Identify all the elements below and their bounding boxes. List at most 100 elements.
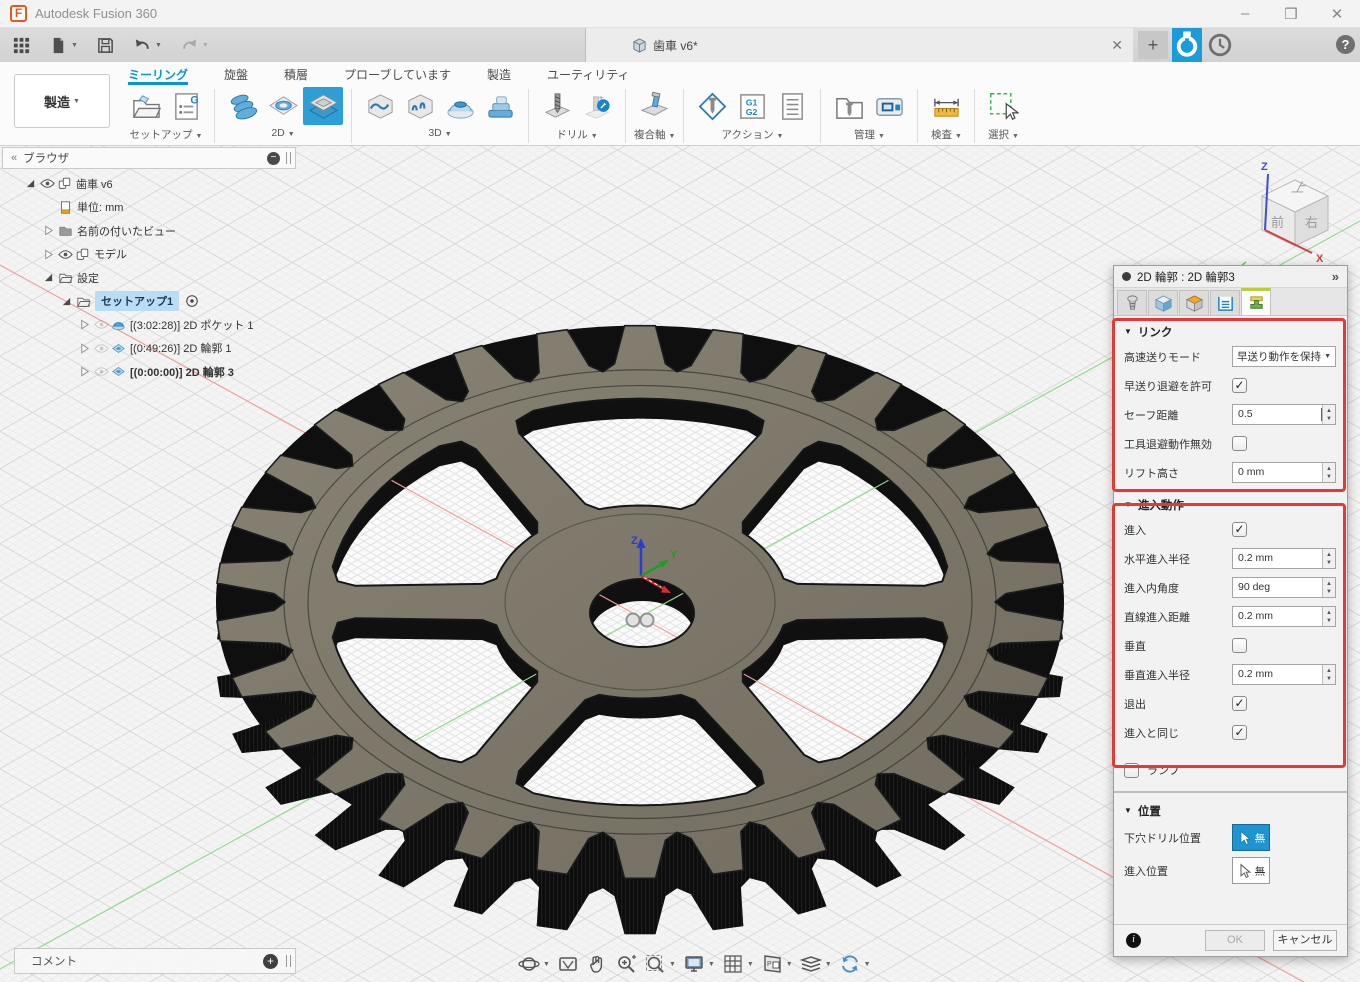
browser-panel-header[interactable]: « ブラウザ − bbox=[2, 147, 296, 169]
select-icon[interactable] bbox=[983, 87, 1023, 125]
expander-collapsed-icon[interactable] bbox=[76, 343, 93, 354]
spinner-arrows[interactable]: ▲ ▼ bbox=[1322, 607, 1335, 626]
ribbon-group-label[interactable]: 管理 ▼ bbox=[854, 127, 885, 142]
expander-collapsed-icon[interactable] bbox=[76, 319, 93, 330]
expander-collapsed-icon[interactable] bbox=[40, 249, 57, 260]
toollib-icon[interactable] bbox=[829, 87, 869, 125]
browser-label-op-2d-pocket-1[interactable]: [(3:02:28)] 2D ポケット 1 bbox=[130, 317, 254, 333]
add-comment-icon[interactable]: + bbox=[263, 953, 278, 969]
section-title-entry[interactable]: ▼ 進入動作 bbox=[1124, 494, 1337, 515]
dialog-tab-t-passes[interactable] bbox=[1210, 290, 1240, 315]
dialog-tab-t-height[interactable] bbox=[1179, 290, 1209, 315]
browser-label-models[interactable]: モデル bbox=[94, 246, 127, 262]
ribbon-tab-5[interactable]: ユーティリティ bbox=[547, 62, 630, 85]
browser-label-named-views[interactable]: 名前の付いたビュー bbox=[77, 223, 176, 239]
display-settings-icon[interactable]: ▼ bbox=[683, 953, 715, 975]
browser-row-op-2d-pocket-1[interactable]: [(3:02:28)] 2D ポケット 1 bbox=[2, 313, 296, 337]
drill-icon[interactable] bbox=[537, 87, 577, 125]
browser-grip-handle[interactable] bbox=[286, 152, 291, 164]
contour3d-icon[interactable] bbox=[400, 87, 440, 125]
dialog-tab-t-tool[interactable] bbox=[1117, 290, 1147, 315]
linear-lead-in-distance-input[interactable]: 0.2 mm ▲ ▼ bbox=[1232, 606, 1336, 627]
spinner-arrows[interactable]: ▲ ▼ bbox=[1322, 549, 1335, 568]
measure-icon[interactable] bbox=[926, 87, 966, 125]
machine-icon[interactable] bbox=[869, 87, 909, 125]
dialog-header[interactable]: 2D 輪郭 : 2D 輪郭3 » bbox=[1114, 266, 1347, 288]
same-as-lead-in-checkbox[interactable]: ✓ bbox=[1232, 725, 1247, 740]
eye-ghost-icon[interactable] bbox=[93, 342, 110, 355]
history-clock-icon[interactable] bbox=[1206, 31, 1234, 59]
ribbon-tab-1[interactable]: 旋盤 bbox=[224, 62, 248, 85]
ribbon-tab-4[interactable]: 製造 bbox=[487, 62, 511, 85]
visibility-icon[interactable]: ▼ bbox=[799, 953, 832, 975]
grid-snaps-icon[interactable]: ▼ bbox=[722, 953, 754, 975]
browser-minimize-icon[interactable]: − bbox=[267, 151, 280, 165]
post-icon[interactable] bbox=[692, 87, 732, 125]
safe-distance-input[interactable]: 0.5 ▲ ▼ bbox=[1232, 404, 1336, 425]
browser-row-setup-1[interactable]: セットアップ1 bbox=[2, 290, 296, 314]
dialog-tab-t-link[interactable] bbox=[1241, 288, 1271, 315]
spinner-arrows[interactable]: ▲ ▼ bbox=[1322, 463, 1335, 482]
multiaxis-icon[interactable] bbox=[635, 87, 675, 125]
dialog-tab-t-geom[interactable] bbox=[1148, 290, 1178, 315]
workspace-selector[interactable]: 製造 ▼ bbox=[14, 74, 110, 128]
ok-button[interactable]: OK bbox=[1205, 930, 1265, 951]
ribbon-group-label[interactable]: 選択 ▼ bbox=[988, 127, 1019, 142]
app-grid-icon[interactable] bbox=[6, 31, 37, 59]
pocket2d-icon[interactable] bbox=[263, 87, 303, 125]
ramp-checkbox[interactable] bbox=[1124, 762, 1139, 778]
setup-folder-icon[interactable] bbox=[126, 87, 166, 125]
setup-gdoc-icon[interactable]: G bbox=[166, 87, 206, 125]
section-collapse-icon[interactable]: ▼ bbox=[1124, 500, 1132, 509]
orbit-icon[interactable]: ▼ bbox=[518, 953, 550, 975]
browser-row-named-views[interactable]: 名前の付いたビュー bbox=[2, 219, 296, 243]
sheet-icon[interactable] bbox=[772, 87, 812, 125]
perpendicular-checkbox[interactable] bbox=[1232, 638, 1247, 653]
section-title-position[interactable]: ▼ 位置 bbox=[1124, 800, 1337, 821]
info-icon[interactable]: i bbox=[1126, 933, 1141, 948]
view-cube[interactable]: 上前 右ZX bbox=[1232, 152, 1360, 282]
expander-expanded-icon[interactable] bbox=[22, 178, 39, 189]
ribbon-group-label[interactable]: 検査 ▼ bbox=[931, 127, 962, 142]
eye-ghost-icon[interactable] bbox=[93, 318, 110, 331]
lead-in-sweep-angle-input[interactable]: 90 deg ▲ ▼ bbox=[1232, 577, 1336, 598]
help-button[interactable]: ? bbox=[1336, 35, 1355, 54]
save-button[interactable] bbox=[90, 31, 121, 59]
adaptive2d-icon[interactable] bbox=[223, 87, 263, 125]
ribbon-group-label[interactable]: ドリル ▼ bbox=[556, 127, 597, 142]
document-tab[interactable]: 歯車 v6* ✕ bbox=[585, 28, 1133, 62]
expander-expanded-icon[interactable] bbox=[58, 296, 75, 307]
browser-row-gear-component[interactable]: 歯車 v6 bbox=[2, 172, 296, 196]
no-tool-retract-checkbox[interactable] bbox=[1232, 436, 1247, 451]
comment-grip-handle[interactable] bbox=[286, 955, 291, 967]
section-title-link[interactable]: ▼ リンク bbox=[1124, 321, 1337, 342]
spinner-arrows[interactable]: ▲ ▼ bbox=[1322, 405, 1335, 424]
expander-expanded-icon[interactable] bbox=[40, 272, 57, 283]
ribbon-group-label[interactable]: アクション ▼ bbox=[721, 127, 783, 142]
file-menu-button[interactable]: ▼ bbox=[43, 31, 84, 59]
browser-row-op-2d-contour-1[interactable]: [(0:49:26)] 2D 輪郭 1 bbox=[2, 337, 296, 361]
document-close-icon[interactable]: ✕ bbox=[1111, 37, 1123, 54]
ribbon-group-label[interactable]: セットアップ ▼ bbox=[130, 127, 203, 142]
spinner-arrows[interactable]: ▲ ▼ bbox=[1322, 665, 1335, 684]
browser-row-models[interactable]: モデル bbox=[2, 243, 296, 267]
browser-row-op-2d-contour-3[interactable]: [(0:00:00)] 2D 輪郭 3 bbox=[2, 360, 296, 384]
spinner-arrows[interactable]: ▲ ▼ bbox=[1322, 578, 1335, 597]
eye-icon[interactable] bbox=[39, 177, 56, 190]
dialog-collapse-icon[interactable]: » bbox=[1332, 269, 1339, 284]
browser-label-settings[interactable]: 設定 bbox=[77, 270, 99, 286]
browser-label-op-2d-contour-1[interactable]: [(0:49:26)] 2D 輪郭 1 bbox=[130, 340, 232, 356]
section-collapse-icon[interactable]: ▼ bbox=[1124, 806, 1132, 815]
new-tab-button[interactable]: + bbox=[1138, 31, 1168, 59]
expander-collapsed-icon[interactable] bbox=[40, 225, 57, 236]
close-button[interactable]: ✕ bbox=[1314, 0, 1360, 28]
spiral3d-icon[interactable] bbox=[480, 87, 520, 125]
contour2d-icon[interactable] bbox=[303, 87, 343, 125]
ribbon-group-label[interactable]: 複合軸 ▼ bbox=[634, 127, 675, 142]
browser-row-settings[interactable]: 設定 bbox=[2, 266, 296, 290]
comment-bar[interactable]: コメント + bbox=[14, 948, 296, 974]
lift-height-input[interactable]: 0 mm ▲ ▼ bbox=[1232, 462, 1336, 483]
cancel-button[interactable]: キャンセル bbox=[1273, 930, 1337, 951]
maximize-button[interactable]: ❒ bbox=[1268, 0, 1314, 28]
eye-ghost-icon[interactable] bbox=[93, 365, 110, 378]
